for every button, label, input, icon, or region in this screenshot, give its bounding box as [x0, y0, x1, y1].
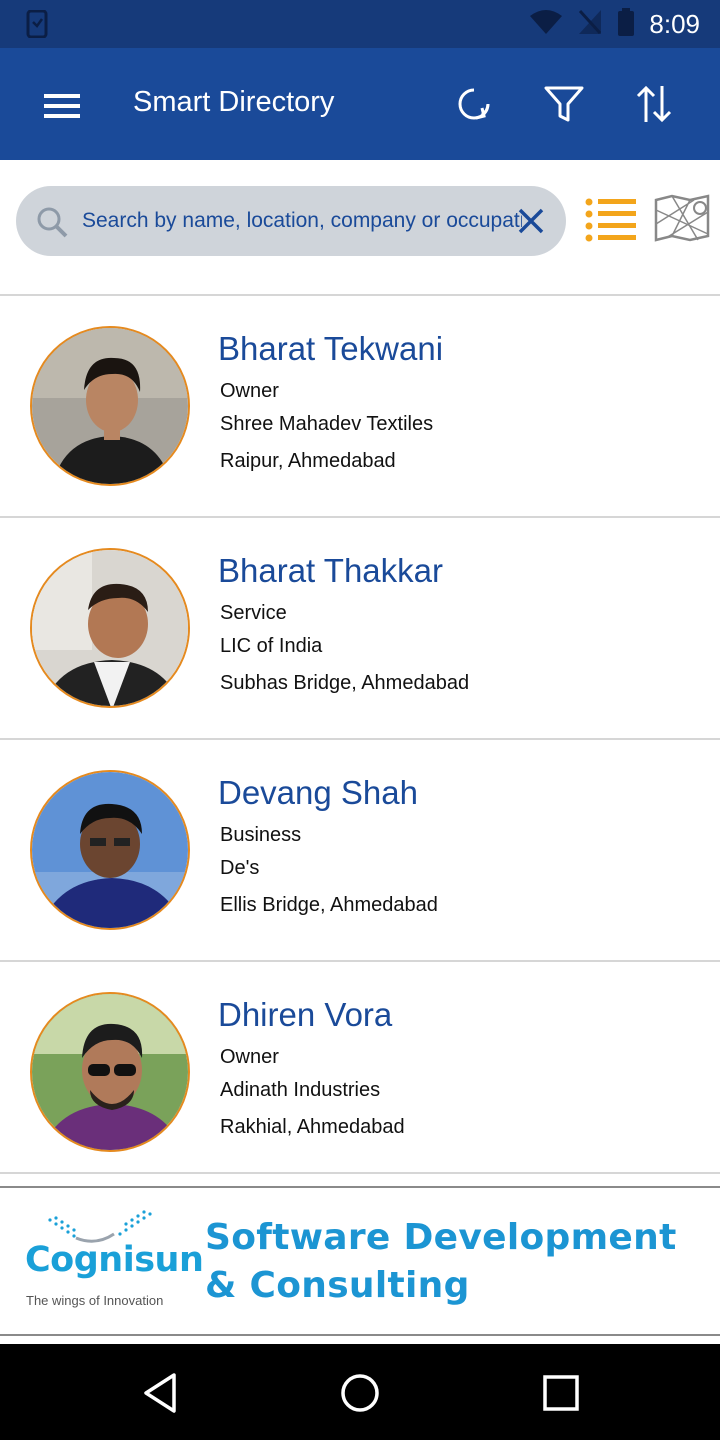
- contact-role: Business: [220, 824, 302, 846]
- contact-card[interactable]: Dhiren Vora Owner Adinath Industries Rak…: [0, 962, 720, 1174]
- contact-company: De's: [220, 857, 260, 879]
- clock-time: 8:09: [649, 9, 700, 39]
- status-bar: 8:09: [0, 0, 720, 48]
- cognisun-tagline: The wings of Innovation: [26, 1293, 164, 1308]
- list-view-icon[interactable]: [584, 196, 638, 247]
- search-row: [0, 160, 720, 296]
- banner-tagline-line2: & Consulting: [205, 1265, 470, 1306]
- app-bar: Smart Directory: [0, 48, 720, 160]
- contact-location: Ellis Bridge, Ahmedabad: [220, 894, 438, 916]
- system-nav-bar: [0, 1344, 720, 1440]
- contact-card[interactable]: Bharat Tekwani Owner Shree Mahadev Texti…: [0, 296, 720, 518]
- sort-icon[interactable]: [632, 82, 676, 131]
- avatar: [30, 992, 190, 1152]
- contact-name: Bharat Thakkar: [218, 552, 444, 589]
- avatar: [30, 326, 190, 486]
- home-icon[interactable]: [340, 1372, 380, 1419]
- app-title: Smart Directory: [133, 86, 335, 118]
- contact-name: Devang Shah: [218, 774, 418, 811]
- banner-tagline: Software Development & Consulting: [205, 1214, 677, 1310]
- map-view-icon[interactable]: [654, 194, 710, 247]
- contact-role: Owner: [220, 1046, 279, 1068]
- back-icon[interactable]: [140, 1372, 180, 1419]
- contact-role: Owner: [220, 380, 279, 402]
- contact-role: Service: [220, 602, 287, 624]
- refresh-icon[interactable]: [452, 82, 496, 131]
- clear-search-icon[interactable]: [516, 206, 546, 241]
- battery-icon: [617, 8, 635, 41]
- contact-card[interactable]: Devang Shah Business De's Ellis Bridge, …: [0, 740, 720, 962]
- search-input[interactable]: [82, 200, 522, 242]
- filter-icon[interactable]: [542, 82, 586, 131]
- banner-tagline-line1: Software Development: [205, 1217, 677, 1258]
- cognisun-logo-text: Cognisun: [25, 1240, 204, 1280]
- contact-name: Dhiren Vora: [218, 996, 393, 1033]
- contact-name: Bharat Tekwani: [218, 330, 444, 367]
- contact-location: Rakhial, Ahmedabad: [220, 1116, 405, 1138]
- menu-icon[interactable]: [40, 86, 84, 127]
- sponsor-banner[interactable]: Cognisun The wings of Innovation Softwar…: [0, 1186, 720, 1336]
- search-box[interactable]: [16, 186, 566, 256]
- contact-company: Shree Mahadev Textiles: [220, 413, 434, 435]
- no-signal-icon: [577, 8, 603, 41]
- contact-location: Raipur, Ahmedabad: [220, 450, 396, 472]
- search-icon: [36, 206, 68, 243]
- avatar: [30, 548, 190, 708]
- avatar: [30, 770, 190, 930]
- recents-icon[interactable]: [541, 1372, 581, 1419]
- contact-card[interactable]: Bharat Thakkar Service LIC of India Subh…: [0, 518, 720, 740]
- wifi-icon: [529, 9, 563, 40]
- contact-company: Adinath Industries: [220, 1079, 381, 1101]
- contact-company: LIC of India: [220, 635, 323, 657]
- phone-notification-icon: [24, 9, 50, 43]
- contact-location: Subhas Bridge, Ahmedabad: [220, 672, 470, 694]
